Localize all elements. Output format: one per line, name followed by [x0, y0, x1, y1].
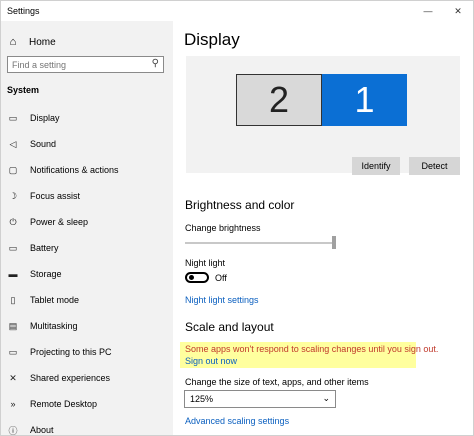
sidebar-item-label: Projecting to this PC [30, 347, 112, 357]
scale-size-label: Change the size of text, apps, and other… [185, 377, 369, 387]
info-icon: ⓘ [8, 425, 18, 436]
sidebar-item-label: Remote Desktop [30, 399, 98, 409]
sidebar-item-label: Power & sleep [30, 217, 89, 227]
remote-desktop-icon: » [10, 399, 16, 409]
home-label: Home [29, 36, 56, 48]
monitor-icon: ▭ [8, 112, 18, 123]
sidebar-item-shared-experiences[interactable]: ✕ Shared experiences [1, 365, 173, 391]
brightness-heading: Brightness and color [185, 198, 295, 212]
scaling-warning: Some apps won't respond to scaling chang… [180, 342, 438, 368]
section-label: System [7, 85, 40, 95]
sidebar-item-label: Multitasking [30, 321, 78, 331]
settings-window: Settings — ✕ ⌂ Home ⚲ System ▭ Display ◁ So… [0, 0, 474, 436]
sidebar-item-battery[interactable]: ▭ Battery [1, 235, 173, 261]
advanced-scaling-link[interactable]: Advanced scaling settings [185, 416, 289, 426]
detect-button[interactable]: Detect [409, 157, 460, 175]
sidebar-item-label: Shared experiences [30, 373, 111, 383]
sidebar-item-sound[interactable]: ◁ Sound [1, 131, 173, 157]
search-input[interactable] [12, 58, 142, 71]
home-nav-item[interactable]: ⌂ Home [1, 32, 173, 52]
warning-message: Some apps won't respond to scaling chang… [185, 344, 439, 354]
search-icon[interactable]: ⚲ [152, 58, 159, 69]
multitasking-icon: ▤ [8, 320, 18, 331]
sidebar-item-focus-assist[interactable]: ☽ Focus assist [1, 183, 173, 209]
moon-icon: ☽ [8, 190, 18, 201]
sidebar-item-multitasking[interactable]: ▤ Multitasking [1, 313, 173, 339]
sidebar-item-about[interactable]: ⓘ About [1, 417, 173, 436]
night-light-settings-link[interactable]: Night light settings [185, 295, 259, 305]
brightness-label: Change brightness [185, 223, 261, 233]
sidebar-item-storage[interactable]: ▬ Storage [1, 261, 173, 287]
window-title: Settings [7, 6, 40, 16]
sidebar-item-label: About [30, 425, 54, 435]
sidebar-item-projecting-to-this-pc[interactable]: ▭ Projecting to this PC [1, 339, 173, 365]
power-icon: ⏻ [9, 216, 17, 227]
projecting-icon: ▭ [8, 346, 18, 357]
sidebar-item-display[interactable]: ▭ Display [1, 105, 173, 131]
display-arrangement: 2 1 [186, 56, 460, 173]
sidebar-item-label: Battery [30, 243, 59, 253]
sidebar: ⌂ Home ⚲ System ▭ Display ◁ Sound ▢ Notificat… [1, 21, 173, 435]
sidebar-item-label: Notifications & actions [30, 165, 119, 175]
sign-out-link[interactable]: Sign out now [185, 356, 237, 366]
sidebar-item-remote-desktop[interactable]: » Remote Desktop [1, 391, 173, 417]
sidebar-item-power-sleep[interactable]: ⏻ Power & sleep [1, 209, 173, 235]
monitor-1[interactable]: 1 [322, 74, 407, 126]
brightness-slider-thumb[interactable] [332, 236, 336, 249]
scale-dropdown[interactable]: 125% ⌄ [184, 390, 336, 408]
toggle-knob [189, 275, 194, 280]
shared-icon: ✕ [9, 372, 17, 383]
night-light-label: Night light [185, 258, 226, 268]
monitor-2[interactable]: 2 [236, 74, 322, 126]
main-content: Display 2 1 Identify Detect Brightness a… [173, 21, 473, 435]
close-button[interactable]: ✕ [443, 1, 473, 21]
sidebar-item-label: Sound [30, 139, 57, 149]
home-icon: ⌂ [9, 36, 17, 48]
speaker-icon: ◁ [9, 138, 17, 149]
minimize-button[interactable]: — [413, 1, 443, 21]
search-box[interactable]: ⚲ [7, 56, 164, 73]
nav-list: ▭ Display ◁ Sound ▢ Notifications & actions ☽ F… [1, 105, 173, 436]
sidebar-item-label: Focus assist [30, 191, 81, 201]
storage-icon: ▬ [8, 269, 18, 279]
sidebar-item-label: Storage [30, 269, 62, 279]
notification-icon: ▢ [8, 164, 18, 175]
scale-heading: Scale and layout [185, 320, 274, 334]
brightness-slider-track[interactable] [185, 242, 333, 244]
scale-value: 125% [190, 394, 214, 404]
battery-icon: ▭ [8, 242, 18, 253]
night-light-state: Off [215, 273, 227, 283]
chevron-down-icon: ⌄ [322, 393, 330, 403]
page-title: Display [184, 30, 240, 49]
title-bar: Settings — ✕ [1, 1, 473, 21]
sidebar-item-tablet-mode[interactable]: ▯ Tablet mode [1, 287, 173, 313]
sidebar-item-label: Tablet mode [30, 295, 80, 305]
night-light-toggle[interactable] [185, 272, 209, 283]
sidebar-item-notifications-actions[interactable]: ▢ Notifications & actions [1, 157, 173, 183]
sidebar-item-label: Display [30, 113, 60, 123]
tablet-icon: ▯ [10, 294, 16, 305]
identify-button[interactable]: Identify [352, 157, 400, 175]
